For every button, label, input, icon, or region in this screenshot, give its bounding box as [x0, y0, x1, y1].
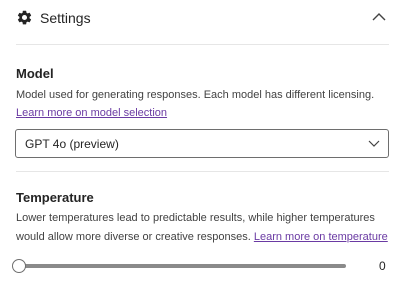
gear-icon: [17, 10, 32, 25]
settings-header[interactable]: Settings: [0, 0, 406, 44]
model-section-title: Model: [16, 66, 54, 81]
temperature-link[interactable]: Learn more on temperature: [254, 231, 388, 243]
temperature-description-line2: would allow more diverse or creative res…: [16, 231, 251, 243]
temperature-value: 0: [379, 259, 386, 273]
model-dropdown[interactable]: GPT 4o (preview): [15, 129, 389, 158]
slider-rail: [18, 264, 346, 268]
model-selection-link[interactable]: Learn more on model selection: [16, 107, 167, 119]
chevron-down-icon: [368, 140, 380, 147]
model-description: Model used for generating responses. Eac…: [16, 89, 375, 101]
model-dropdown-value: GPT 4o (preview): [25, 137, 119, 151]
temperature-description: Lower temperatures lead to predictable r…: [16, 212, 375, 224]
settings-title: Settings: [40, 10, 91, 26]
divider: [16, 171, 389, 172]
chevron-up-icon[interactable]: [370, 10, 388, 24]
temperature-section-title: Temperature: [16, 190, 94, 205]
slider-thumb[interactable]: [12, 259, 26, 273]
divider: [16, 44, 389, 45]
temperature-slider[interactable]: [12, 259, 348, 273]
